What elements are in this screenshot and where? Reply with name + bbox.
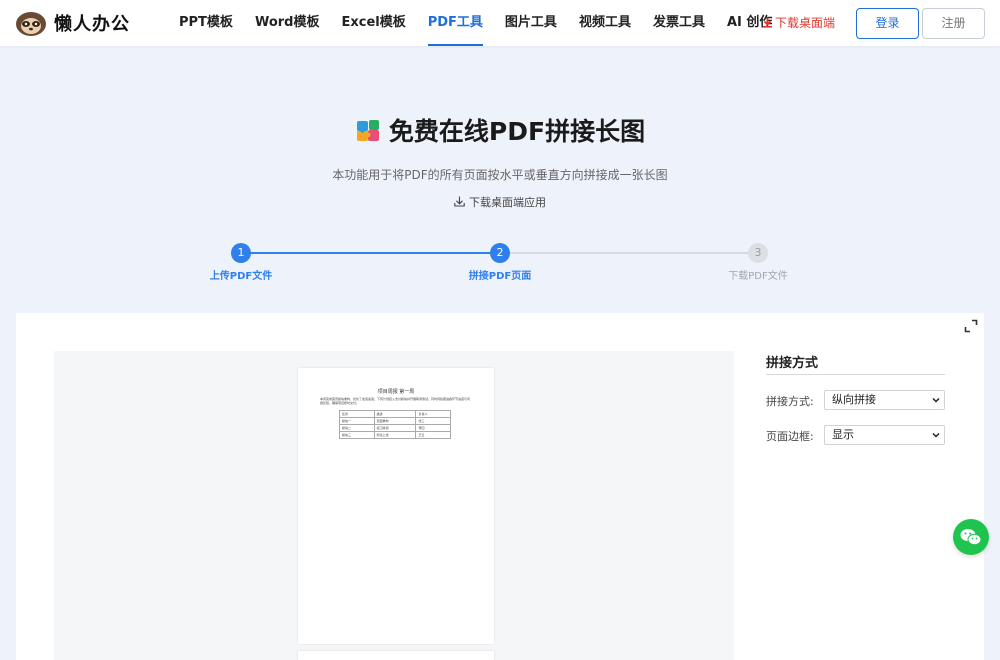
step-1-label: 上传PDF文件 bbox=[209, 271, 273, 282]
brand-logo[interactable]: 懒人办公 bbox=[14, 9, 130, 37]
table-cell: 任务 bbox=[339, 410, 375, 418]
mode-select-value: 纵向拼接 bbox=[832, 393, 876, 406]
top-header: 懒人办公 PPT模板 Word模板 Excel模板 PDF工具 图片工具 视频工… bbox=[0, 0, 1000, 46]
fullscreen-icon[interactable] bbox=[964, 319, 978, 333]
doc-paragraph: 本周完成首页模块重构，优化了加载速度；下周计划接入支付模块并开展联调测试，同时持… bbox=[320, 397, 471, 406]
brand-name: 懒人办公 bbox=[54, 14, 130, 35]
doc-table: 任务 描述 负责人 模块一 页面重构 张三 模块二 接口联调 李四 模块三 测试… bbox=[339, 410, 451, 439]
nav-item-ppt[interactable]: PPT模板 bbox=[168, 0, 244, 46]
mode-select[interactable]: 纵向拼接 bbox=[824, 390, 945, 410]
mode-label: 拼接方式: bbox=[766, 395, 814, 408]
table-cell: 负责人 bbox=[415, 410, 451, 418]
settings-divider bbox=[766, 374, 945, 375]
pdf-preview-area: 项目周报 第一周 本周完成首页模块重构，优化了加载速度；下周计划接入支付模块并开… bbox=[54, 351, 734, 660]
nav-item-word[interactable]: Word模板 bbox=[244, 0, 331, 46]
puzzle-icon bbox=[356, 120, 379, 141]
nav-item-pdf-tools[interactable]: PDF工具 bbox=[417, 0, 494, 46]
wechat-chat-button[interactable] bbox=[953, 519, 989, 555]
wechat-icon bbox=[960, 529, 982, 546]
step-1-dot: 1 bbox=[231, 243, 251, 263]
sloth-logo-icon bbox=[16, 12, 46, 36]
pdf-page-preview: 项目周报 第一周 本周完成首页模块重构，优化了加载速度；下周计划接入支付模块并开… bbox=[298, 368, 494, 644]
table-row: 模块二 接口联调 李四 bbox=[339, 424, 451, 432]
chevron-down-icon bbox=[932, 432, 940, 438]
download-icon bbox=[763, 17, 772, 28]
nav-item-image-tools[interactable]: 图片工具 bbox=[494, 0, 568, 46]
table-cell: 模块二 bbox=[339, 424, 375, 432]
page-title-text: 免费在线PDF拼接长图 bbox=[388, 117, 646, 146]
table-cell: 描述 bbox=[373, 410, 417, 418]
login-button[interactable]: 登录 bbox=[856, 8, 919, 39]
table-row: 模块一 页面重构 张三 bbox=[339, 417, 451, 425]
nav-item-video-tools[interactable]: 视频工具 bbox=[568, 0, 642, 46]
chevron-down-icon bbox=[932, 397, 940, 403]
settings-title: 拼接方式 bbox=[766, 356, 819, 371]
doc-title: 项目周报 第一周 bbox=[377, 389, 415, 395]
page-subtitle: 本功能用于将PDF的所有页面按水平或垂直方向拼接成一张长图 bbox=[332, 168, 668, 182]
table-row: 任务 描述 负责人 bbox=[339, 410, 451, 418]
table-cell: 测试上线 bbox=[373, 431, 417, 439]
download-app-link[interactable]: 下载桌面端应用 bbox=[0, 194, 1000, 210]
step-2-dot: 2 bbox=[490, 243, 510, 263]
download-desktop-label: 下载桌面端 bbox=[775, 16, 836, 30]
table-cell: 模块一 bbox=[339, 417, 375, 425]
step-3-label: 下载PDF文件 bbox=[728, 271, 788, 282]
nav-item-invoice-tools[interactable]: 发票工具 bbox=[642, 0, 716, 46]
border-select-value: 显示 bbox=[832, 428, 854, 441]
progress-steps: 1 上传PDF文件 2 拼接PDF页面 3 下载PDF文件 bbox=[0, 240, 1000, 290]
step-3-dot: 3 bbox=[748, 243, 768, 263]
table-cell: 张三 bbox=[415, 417, 451, 425]
table-cell: 李四 bbox=[415, 424, 451, 432]
border-label: 页面边框: bbox=[766, 430, 814, 443]
step-connector-done bbox=[250, 252, 500, 254]
nav-item-excel[interactable]: Excel模板 bbox=[330, 0, 416, 46]
main-nav: PPT模板 Word模板 Excel模板 PDF工具 图片工具 视频工具 发票工… bbox=[168, 0, 783, 46]
pdf-page-preview-next bbox=[298, 651, 494, 660]
page-title: 免费在线PDF拼接长图 bbox=[0, 112, 1000, 148]
table-row: 模块三 测试上线 王五 bbox=[339, 431, 451, 439]
register-button[interactable]: 注册 bbox=[922, 8, 985, 39]
step-connector-pending bbox=[500, 252, 758, 254]
table-cell: 王五 bbox=[415, 431, 451, 439]
table-cell: 接口联调 bbox=[373, 424, 417, 432]
step-2-label: 拼接PDF页面 bbox=[468, 271, 532, 282]
download-arrow-icon bbox=[454, 196, 465, 207]
border-select[interactable]: 显示 bbox=[824, 425, 945, 445]
table-cell: 页面重构 bbox=[373, 417, 417, 425]
table-cell: 模块三 bbox=[339, 431, 375, 439]
workspace-panel: 项目周报 第一周 本周完成首页模块重构，优化了加载速度；下周计划接入支付模块并开… bbox=[16, 313, 984, 660]
download-app-label: 下载桌面端应用 bbox=[469, 196, 546, 209]
download-desktop-link[interactable]: 下载桌面端 bbox=[762, 0, 835, 46]
